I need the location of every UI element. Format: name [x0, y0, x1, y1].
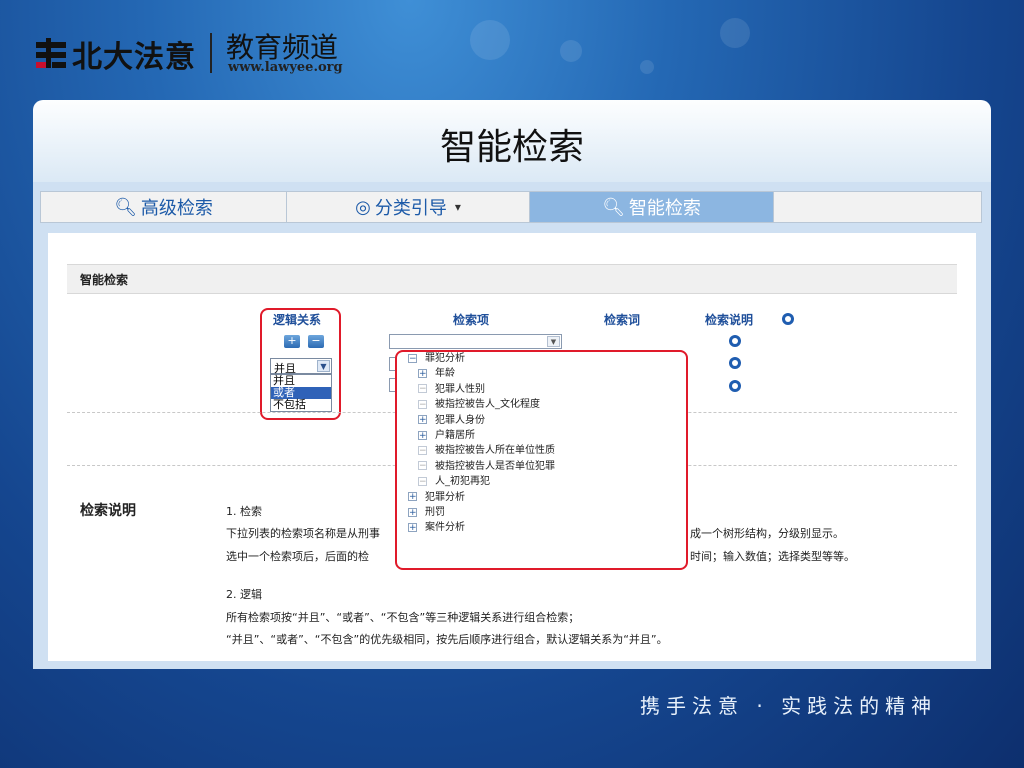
tree-node[interactable]: − 被指控被告人所在单位性质 [418, 444, 555, 458]
expand-icon[interactable]: + [418, 415, 427, 425]
site-url: www.lawyee.org [228, 60, 343, 75]
description-heading: 2. 逻辑 [226, 588, 262, 601]
title-panel: 智能检索 [33, 100, 991, 182]
collapse-icon[interactable]: − [418, 399, 427, 409]
tree-node-label: 犯罪分析 [425, 491, 465, 503]
description-text: 时间；输入数值；选择类型等等。 [690, 550, 855, 563]
info-icon[interactable] [729, 335, 741, 347]
chevron-down-icon: ▼ [547, 336, 560, 347]
logo-mark-icon [36, 38, 66, 68]
logo-divider [210, 33, 212, 73]
description-text: 成一个树形结构，分级别显示。 [690, 527, 844, 540]
tree-node[interactable]: − 犯罪人性别 [418, 383, 485, 397]
tree-node-label: 被指控被告人_文化程度 [435, 399, 540, 411]
search-item-select[interactable]: ▼ [389, 334, 562, 349]
tab-label: 高级检索 [140, 198, 213, 219]
description-heading: 1. 检索 [226, 505, 262, 518]
expand-icon[interactable]: + [408, 507, 417, 517]
tab-smart-search[interactable]: 🔍︎ 智能检索 [530, 192, 774, 222]
tree-node-label: 年龄 [435, 368, 455, 380]
search-icon: 🔍︎ [602, 196, 625, 218]
description-title: 检索说明 [80, 503, 136, 519]
description-text: 下拉列表的检索项名称是从刑事 [226, 527, 380, 540]
logic-highlight-frame [260, 308, 341, 420]
description-text: “并且”、“或者”、“不包含”的优先级相同，按先后顺序进行组合，默认逻辑关系为“… [226, 633, 668, 646]
tree-node[interactable]: − 罪犯分析 [408, 352, 465, 366]
tree-node[interactable]: + 犯罪分析 [408, 491, 465, 505]
tree-node-label: 人_初犯再犯 [435, 476, 490, 488]
tab-label: 分类引导 [374, 198, 447, 219]
column-explain: 检索说明 [705, 313, 754, 327]
collapse-icon[interactable]: − [408, 353, 417, 363]
tab-bar: 🔍︎ 高级检索 ◎ 分类引导 ▾ 🔍︎ 智能检索 [40, 191, 982, 223]
tab-label: 智能检索 [628, 198, 701, 219]
column-item: 检索项 [453, 313, 490, 327]
tab-category-guide[interactable]: ◎ 分类引导 ▾ [287, 192, 530, 222]
info-icon[interactable] [782, 313, 794, 325]
tree-node[interactable]: + 犯罪人身份 [418, 414, 485, 428]
chevron-down-icon: ▾ [454, 200, 461, 214]
tab-advanced-search[interactable]: 🔍︎ 高级检索 [41, 192, 287, 222]
target-icon: ◎ [355, 196, 371, 218]
tree-node-label: 犯罪人身份 [435, 414, 485, 426]
expand-icon[interactable]: + [418, 430, 427, 440]
tree-node[interactable]: − 人_初犯再犯 [418, 475, 490, 489]
column-keyword: 检索词 [604, 313, 641, 327]
section-header: 智能检索 [67, 264, 957, 294]
tree-node-label: 犯罪人性别 [435, 383, 485, 395]
expand-icon[interactable]: + [418, 368, 427, 378]
tree-node[interactable]: − 被指控被告人是否单位犯罪 [418, 460, 555, 474]
tree-node[interactable]: + 案件分析 [408, 521, 465, 535]
info-icon[interactable] [729, 380, 741, 392]
tree-node[interactable]: + 户籍居所 [418, 429, 475, 443]
tree-node[interactable]: + 刑罚 [408, 506, 445, 520]
tree-node-label: 刑罚 [425, 507, 445, 518]
info-icon[interactable] [729, 357, 741, 369]
header: 北大法意 教育频道 www.lawyee.org [0, 0, 1024, 100]
page-title: 智能检索 [439, 127, 584, 168]
tree-node-label: 罪犯分析 [425, 353, 465, 364]
expand-icon[interactable]: + [408, 522, 417, 532]
collapse-icon[interactable]: − [418, 445, 427, 455]
expand-icon[interactable]: + [408, 492, 417, 502]
slogan: 携手法意 · 实践法的精神 [640, 694, 938, 718]
tree-node[interactable]: + 年龄 [418, 367, 455, 381]
tree-node-label: 户籍居所 [435, 430, 475, 441]
section-title: 智能检索 [80, 273, 129, 287]
description-text: 选中一个检索项后，后面的检 [226, 550, 369, 563]
collapse-icon[interactable]: − [418, 461, 427, 471]
brand-name: 北大法意 [72, 40, 196, 75]
search-icon: 🔍︎ [114, 196, 137, 218]
collapse-icon[interactable]: − [418, 384, 427, 394]
tree-node-label: 案件分析 [425, 522, 465, 534]
collapse-icon[interactable]: − [418, 476, 427, 486]
tree-node[interactable]: − 被指控被告人_文化程度 [418, 398, 540, 412]
tree-node-label: 被指控被告人是否单位犯罪 [435, 460, 555, 472]
tree-node-label: 被指控被告人所在单位性质 [435, 445, 555, 457]
description-text: 所有检索项按“并且”、“或者”、“不包含”等三种逻辑关系进行组合检索； [226, 611, 580, 624]
